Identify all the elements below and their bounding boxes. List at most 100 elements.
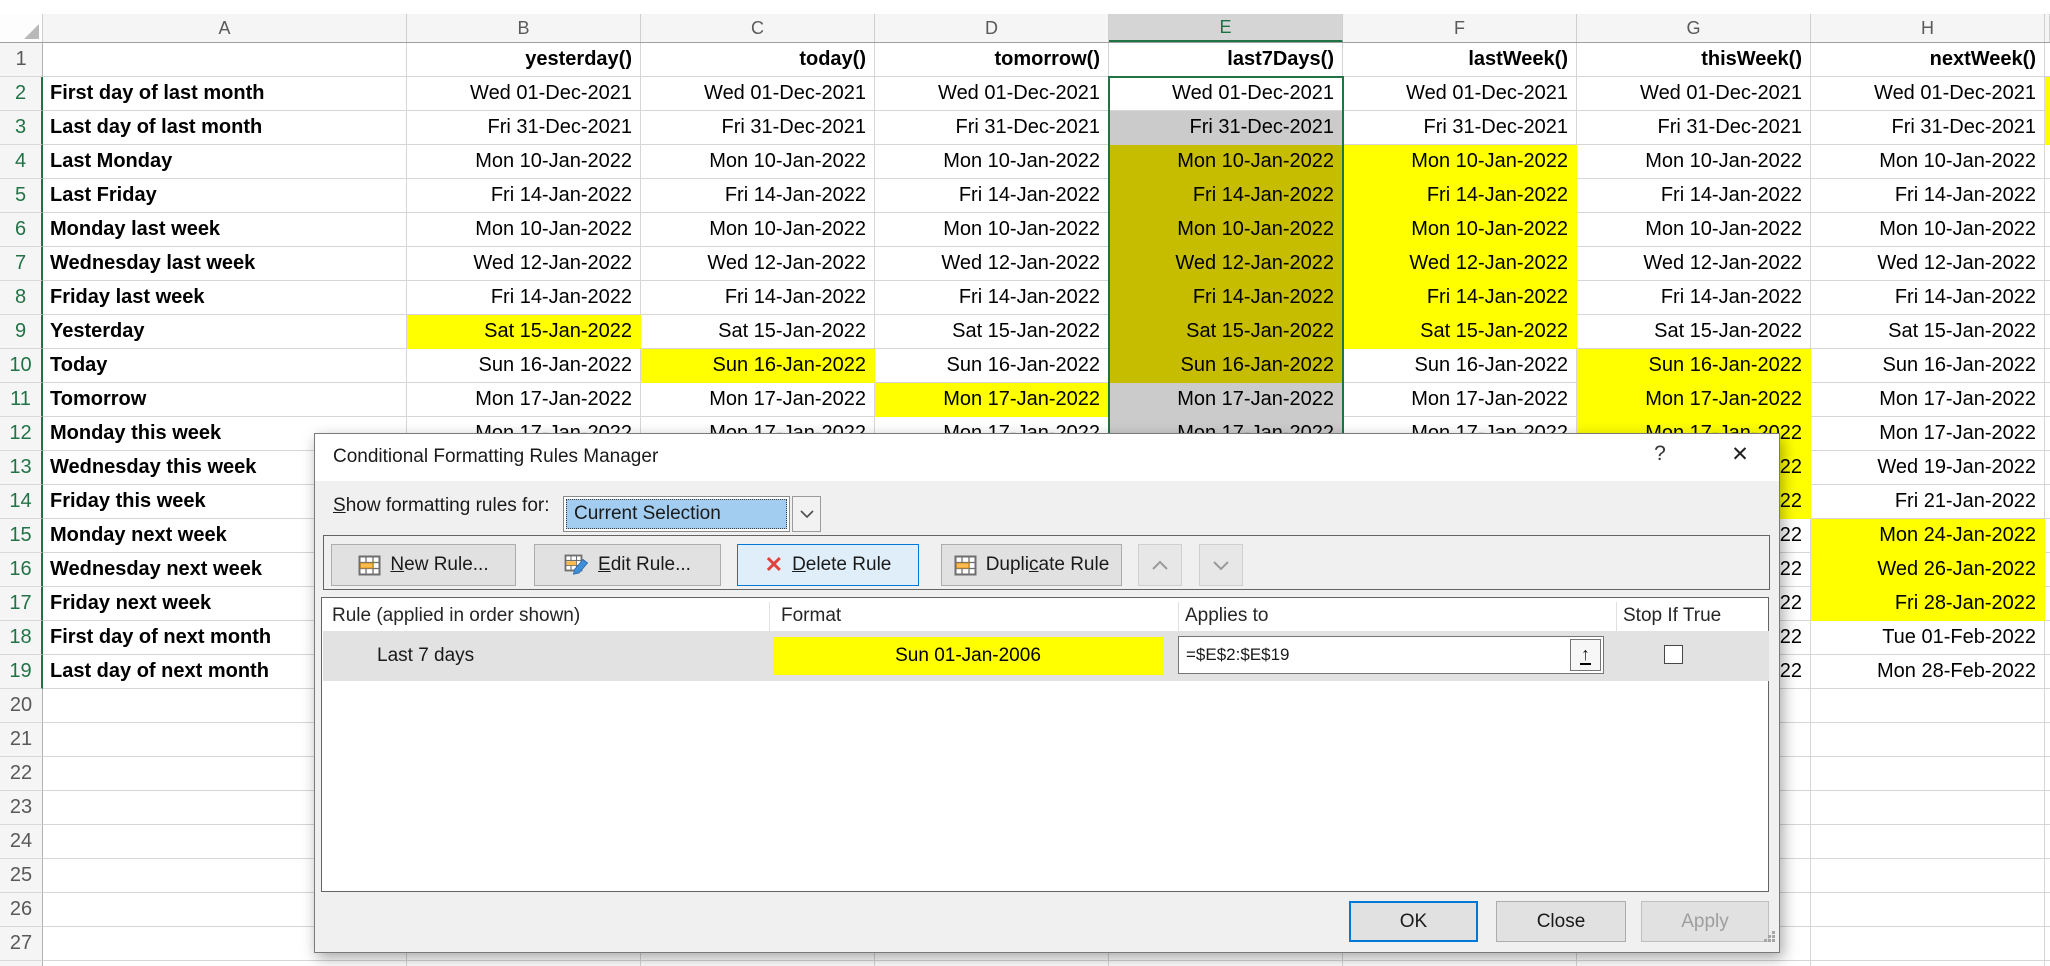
cell-I13[interactable] <box>2045 451 2050 485</box>
move-rule-down-button[interactable] <box>1199 544 1243 586</box>
select-all-corner[interactable] <box>0 14 43 42</box>
row-header-5[interactable]: 5 <box>0 179 43 213</box>
cell-B6[interactable]: Mon 10-Jan-2022 <box>407 213 641 247</box>
cell-H18[interactable]: Tue 01-Feb-2022 <box>1811 621 2045 655</box>
cell-F3[interactable]: Fri 31-Dec-2021 <box>1343 111 1577 145</box>
cell-D10[interactable]: Sun 16-Jan-2022 <box>875 349 1109 383</box>
cell-H3[interactable]: Fri 31-Dec-2021 <box>1811 111 2045 145</box>
close-button[interactable]: Close <box>1496 901 1626 942</box>
row-header-18[interactable]: 18 <box>0 621 43 655</box>
cell-I2[interactable] <box>2045 77 2050 111</box>
cell-I1[interactable] <box>2045 43 2050 77</box>
cell-H8[interactable]: Fri 14-Jan-2022 <box>1811 281 2045 315</box>
cell-D6[interactable]: Mon 10-Jan-2022 <box>875 213 1109 247</box>
cell-H25[interactable] <box>1811 859 2045 893</box>
row-header-2[interactable]: 2 <box>0 77 43 111</box>
cell-B28[interactable] <box>407 961 641 966</box>
cell-A6[interactable]: Monday last week <box>43 213 407 247</box>
cell-D4[interactable]: Mon 10-Jan-2022 <box>875 145 1109 179</box>
cell-I6[interactable] <box>2045 213 2050 247</box>
row-header-27[interactable]: 27 <box>0 927 43 961</box>
cell-H24[interactable] <box>1811 825 2045 859</box>
cell-E6[interactable]: Mon 10-Jan-2022 <box>1109 213 1343 247</box>
cell-I9[interactable] <box>2045 315 2050 349</box>
cell-I21[interactable] <box>2045 723 2050 757</box>
cell-I17[interactable] <box>2045 587 2050 621</box>
cell-H14[interactable]: Fri 21-Jan-2022 <box>1811 485 2045 519</box>
row-header-14[interactable]: 14 <box>0 485 43 519</box>
row-header-3[interactable]: 3 <box>0 111 43 145</box>
new-rule-button[interactable]: New Rule... <box>331 544 516 586</box>
cell-I12[interactable] <box>2045 417 2050 451</box>
cell-D3[interactable]: Fri 31-Dec-2021 <box>875 111 1109 145</box>
help-button[interactable]: ? <box>1645 442 1675 474</box>
cell-A9[interactable]: Yesterday <box>43 315 407 349</box>
column-header-B[interactable]: B <box>407 14 641 42</box>
cell-C2[interactable]: Wed 01-Dec-2021 <box>641 77 875 111</box>
cell-E4[interactable]: Mon 10-Jan-2022 <box>1109 145 1343 179</box>
rule-row[interactable]: Last 7 days Sun 01-Jan-2006 =$E$2:$E$19 … <box>323 631 1769 681</box>
cell-H20[interactable] <box>1811 689 2045 723</box>
duplicate-rule-button[interactable]: Duplicate Rule <box>941 544 1122 586</box>
cell-E11[interactable]: Mon 17-Jan-2022 <box>1109 383 1343 417</box>
cell-I24[interactable] <box>2045 825 2050 859</box>
cell-A8[interactable]: Friday last week <box>43 281 407 315</box>
row-header-28[interactable]: 28 <box>0 961 43 966</box>
cell-C5[interactable]: Fri 14-Jan-2022 <box>641 179 875 213</box>
row-header-20[interactable]: 20 <box>0 689 43 723</box>
row-header-9[interactable]: 9 <box>0 315 43 349</box>
cell-H11[interactable]: Mon 17-Jan-2022 <box>1811 383 2045 417</box>
cell-A2[interactable]: First day of last month <box>43 77 407 111</box>
cell-D11[interactable]: Mon 17-Jan-2022 <box>875 383 1109 417</box>
cell-B10[interactable]: Sun 16-Jan-2022 <box>407 349 641 383</box>
row-header-12[interactable]: 12 <box>0 417 43 451</box>
row-header-24[interactable]: 24 <box>0 825 43 859</box>
cell-I3[interactable] <box>2045 111 2050 145</box>
dialog-title-bar[interactable]: Conditional Formatting Rules Manager <box>315 434 1779 481</box>
cell-G28[interactable] <box>1577 961 1811 966</box>
cell-I25[interactable] <box>2045 859 2050 893</box>
cell-G10[interactable]: Sun 16-Jan-2022 <box>1577 349 1811 383</box>
cell-F10[interactable]: Sun 16-Jan-2022 <box>1343 349 1577 383</box>
row-header-21[interactable]: 21 <box>0 723 43 757</box>
cell-H1[interactable]: nextWeek() <box>1811 43 2045 77</box>
cell-A3[interactable]: Last day of last month <box>43 111 407 145</box>
cell-B11[interactable]: Mon 17-Jan-2022 <box>407 383 641 417</box>
cell-H4[interactable]: Mon 10-Jan-2022 <box>1811 145 2045 179</box>
cell-D5[interactable]: Fri 14-Jan-2022 <box>875 179 1109 213</box>
move-rule-up-button[interactable] <box>1138 544 1182 586</box>
row-header-8[interactable]: 8 <box>0 281 43 315</box>
cell-D9[interactable]: Sat 15-Jan-2022 <box>875 315 1109 349</box>
cell-H9[interactable]: Sat 15-Jan-2022 <box>1811 315 2045 349</box>
cell-E10[interactable]: Sun 16-Jan-2022 <box>1109 349 1343 383</box>
cell-I4[interactable] <box>2045 145 2050 179</box>
cell-H5[interactable]: Fri 14-Jan-2022 <box>1811 179 2045 213</box>
cell-C7[interactable]: Wed 12-Jan-2022 <box>641 247 875 281</box>
cell-A11[interactable]: Tomorrow <box>43 383 407 417</box>
cell-F8[interactable]: Fri 14-Jan-2022 <box>1343 281 1577 315</box>
cell-C28[interactable] <box>641 961 875 966</box>
cell-B8[interactable]: Fri 14-Jan-2022 <box>407 281 641 315</box>
row-header-7[interactable]: 7 <box>0 247 43 281</box>
cell-C9[interactable]: Sat 15-Jan-2022 <box>641 315 875 349</box>
cell-G2[interactable]: Wed 01-Dec-2021 <box>1577 77 1811 111</box>
column-header-I[interactable] <box>2045 14 2050 42</box>
row-header-15[interactable]: 15 <box>0 519 43 553</box>
cell-A7[interactable]: Wednesday last week <box>43 247 407 281</box>
cell-E8[interactable]: Fri 14-Jan-2022 <box>1109 281 1343 315</box>
cell-B3[interactable]: Fri 31-Dec-2021 <box>407 111 641 145</box>
cell-I27[interactable] <box>2045 927 2050 961</box>
cell-H19[interactable]: Mon 28-Feb-2022 <box>1811 655 2045 689</box>
cell-D28[interactable] <box>875 961 1109 966</box>
cell-I8[interactable] <box>2045 281 2050 315</box>
cell-A10[interactable]: Today <box>43 349 407 383</box>
cell-I7[interactable] <box>2045 247 2050 281</box>
cell-F2[interactable]: Wed 01-Dec-2021 <box>1343 77 1577 111</box>
cell-E5[interactable]: Fri 14-Jan-2022 <box>1109 179 1343 213</box>
close-dialog-button[interactable]: ✕ <box>1723 442 1757 474</box>
cell-H13[interactable]: Wed 19-Jan-2022 <box>1811 451 2045 485</box>
cell-F5[interactable]: Fri 14-Jan-2022 <box>1343 179 1577 213</box>
column-header-G[interactable]: G <box>1577 14 1811 42</box>
cell-C10[interactable]: Sun 16-Jan-2022 <box>641 349 875 383</box>
cell-I15[interactable] <box>2045 519 2050 553</box>
